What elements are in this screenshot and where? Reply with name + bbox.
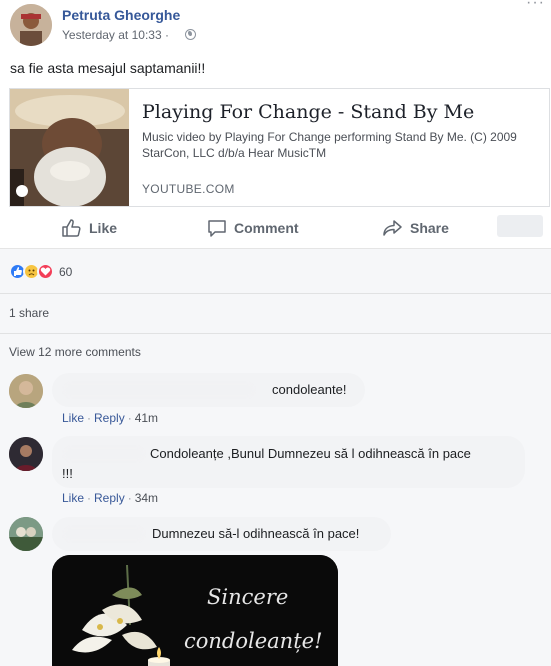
comment-time[interactable]: 41m xyxy=(135,411,158,425)
link-thumbnail[interactable] xyxy=(10,89,129,206)
post-text: sa fie asta mesajul saptamanii!! xyxy=(10,60,206,76)
thumbs-up-icon xyxy=(62,219,81,237)
comment-reply-link[interactable]: Reply xyxy=(94,411,125,425)
view-more-comments-link[interactable]: View 12 more comments xyxy=(9,345,141,359)
link-domain: YOUTUBE.COM xyxy=(142,182,235,196)
commenter-avatar[interactable] xyxy=(9,437,43,471)
post-action-bar: Like Comment Share xyxy=(0,207,551,249)
comment-bubble: condoleante! xyxy=(52,373,365,407)
comment-image[interactable]: Sincere condoleanțe! xyxy=(52,555,338,666)
comment-like-link[interactable]: Like xyxy=(62,491,84,505)
love-reaction-icon xyxy=(37,263,54,280)
divider xyxy=(0,293,551,294)
share-icon xyxy=(383,220,402,236)
share-label: Share xyxy=(410,220,449,236)
feedback-section: 60 1 share View 12 more comments condole… xyxy=(0,249,551,666)
link-title[interactable]: Playing For Change - Stand By Me xyxy=(142,101,474,123)
commenter-name[interactable] xyxy=(64,383,254,397)
post-as-selector[interactable] xyxy=(497,215,543,237)
comment-bubble: Dumnezeu să-l odihnească în pace! xyxy=(52,517,391,551)
comment-meta: Like · Reply · 34m xyxy=(62,491,159,505)
comment-text: Condoleanțe ,Bunul Dumnezeu să l odihnea… xyxy=(150,446,471,461)
comment-icon xyxy=(208,220,226,237)
share-button[interactable]: Share xyxy=(383,219,449,237)
comment-text-continued: !!! xyxy=(62,466,73,481)
author-name[interactable]: Petruta Gheorghe xyxy=(62,7,180,23)
comment-label: Comment xyxy=(234,220,299,236)
divider xyxy=(0,333,551,334)
commenter-name[interactable] xyxy=(64,447,144,461)
link-description: Music video by Playing For Change perfor… xyxy=(142,130,517,160)
link-preview-card[interactable]: Playing For Change - Stand By Me Music v… xyxy=(9,88,550,207)
like-button[interactable]: Like xyxy=(62,219,117,237)
like-label: Like xyxy=(89,220,118,236)
image-caption-line2: condoleanțe! xyxy=(184,629,323,653)
commenter-avatar[interactable] xyxy=(9,517,43,551)
comment-meta: Like · Reply · 41m xyxy=(62,411,159,425)
comment-reply-link[interactable]: Reply xyxy=(94,491,125,505)
reaction-summary[interactable]: 60 xyxy=(9,263,72,280)
post-header: Petruta Gheorghe Yesterday at 10:33 · ··… xyxy=(0,0,551,52)
commenter-name[interactable] xyxy=(64,527,144,541)
author-avatar[interactable] xyxy=(10,4,52,46)
share-count[interactable]: 1 share xyxy=(9,306,49,320)
comment-bubble: Condoleanțe ,Bunul Dumnezeu să l odihnea… xyxy=(52,436,525,488)
comment-time[interactable]: 34m xyxy=(135,491,158,505)
globe-icon xyxy=(185,29,196,40)
comment-like-link[interactable]: Like xyxy=(62,411,84,425)
commenter-avatar[interactable] xyxy=(9,374,43,408)
comment-button[interactable]: Comment xyxy=(207,219,299,237)
comment-text: condoleante! xyxy=(272,382,347,397)
post-timestamp[interactable]: Yesterday at 10:33 · xyxy=(62,28,169,42)
reaction-count[interactable]: 60 xyxy=(59,265,72,279)
image-caption-line1: Sincere xyxy=(207,585,289,609)
post-options-icon[interactable]: ··· xyxy=(526,0,545,12)
comment-text: Dumnezeu să-l odihnească în pace! xyxy=(152,526,360,541)
